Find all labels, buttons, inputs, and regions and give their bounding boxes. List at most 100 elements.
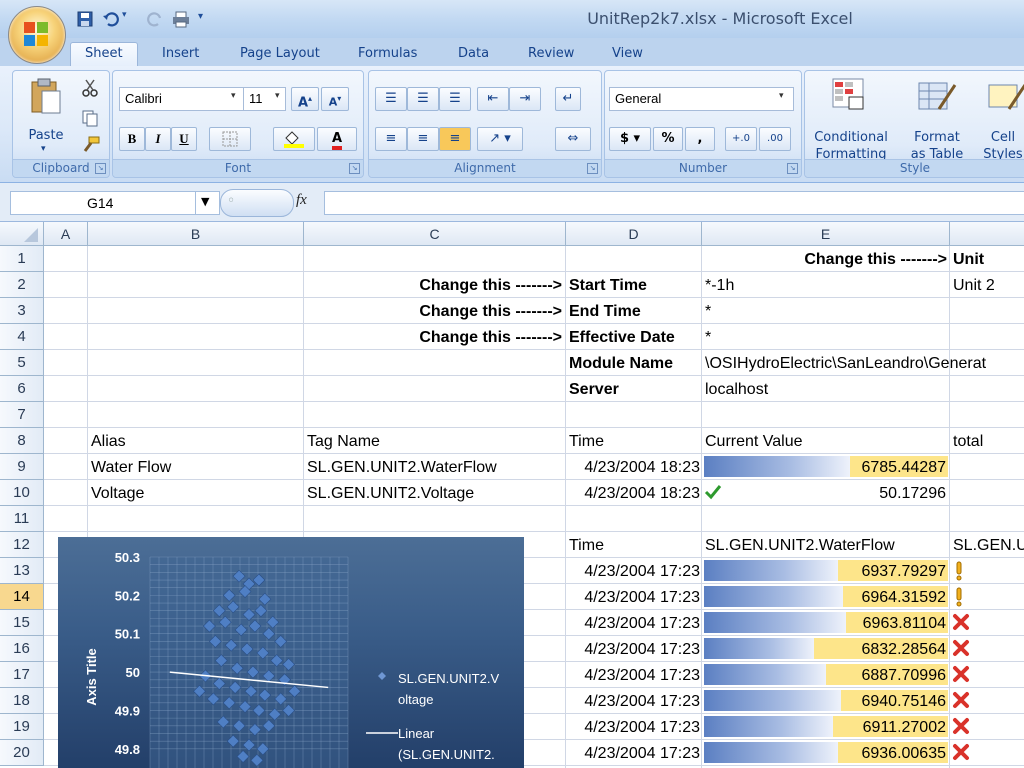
history-time-cell[interactable]: 4/23/2004 17:23 — [566, 558, 700, 584]
number-format-dropdown-icon[interactable]: ▾ — [779, 91, 784, 101]
percent-button[interactable]: % — [653, 127, 683, 151]
tag-name-cell[interactable]: SL.GEN.UNIT2.WaterFlow — [307, 454, 563, 480]
insert-function-icon[interactable]: fx — [296, 192, 307, 209]
row-header-9[interactable]: 9 — [0, 454, 44, 480]
tab-view[interactable]: View — [612, 43, 643, 68]
effective-date-value[interactable]: * — [705, 324, 947, 350]
clipboard-launcher-icon[interactable]: ↘ — [95, 163, 106, 174]
save-icon[interactable] — [76, 10, 94, 28]
history-time-cell[interactable]: 4/23/2004 17:23 — [566, 662, 700, 688]
row-header-17[interactable]: 17 — [0, 662, 44, 688]
borders-button[interactable] — [209, 127, 251, 151]
current-value-cell[interactable]: 6785.44287 — [702, 454, 950, 479]
alias-cell[interactable]: Water Flow — [91, 454, 301, 480]
cancel-entry-icon[interactable]: ◦ — [227, 193, 235, 209]
history-value-cell[interactable]: 6887.70996 — [702, 662, 950, 687]
tab-review[interactable]: Review — [528, 43, 574, 68]
row-header-5[interactable]: 5 — [0, 350, 44, 376]
tab-page-layout[interactable]: Page Layout — [240, 43, 320, 68]
row-header-20[interactable]: 20 — [0, 740, 44, 766]
row-header-7[interactable]: 7 — [0, 402, 44, 428]
cut-icon[interactable] — [81, 79, 99, 97]
decrease-indent-button[interactable]: ⇤ — [477, 87, 509, 111]
history-time-cell[interactable]: 4/23/2004 17:23 — [566, 688, 700, 714]
row-header-18[interactable]: 18 — [0, 688, 44, 714]
number-format-combo[interactable]: General — [609, 87, 794, 111]
align-top-button[interactable]: ☰ — [375, 87, 407, 111]
conditional-formatting-label-1[interactable]: Conditional — [809, 129, 893, 146]
number-launcher-icon[interactable]: ↘ — [787, 163, 798, 174]
row-header-8[interactable]: 8 — [0, 428, 44, 454]
align-right-button[interactable]: ≡ — [439, 127, 471, 151]
paste-icon[interactable] — [29, 77, 63, 115]
row-header-11[interactable]: 11 — [0, 506, 44, 532]
row-header-16[interactable]: 16 — [0, 636, 44, 662]
scatter-chart[interactable]: 50.3 50.2 50.1 50 49.9 49.8 Axis Title SL.GEN.U… — [58, 537, 524, 768]
column-header-d[interactable]: D — [566, 222, 702, 246]
decrease-decimal-button[interactable]: .00 — [759, 127, 791, 151]
tab-formulas[interactable]: Formulas — [358, 43, 417, 68]
history-time-cell[interactable]: 4/23/2004 17:23 — [566, 740, 700, 766]
history-value-cell[interactable]: 6911.27002 — [702, 714, 950, 739]
row-header-15[interactable]: 15 — [0, 610, 44, 636]
name-box[interactable]: G14 ▼ — [10, 191, 220, 215]
format-as-table-label-1[interactable]: Format — [903, 129, 971, 146]
time-cell[interactable]: 4/23/2004 18:23 — [566, 454, 700, 480]
bold-button[interactable]: B — [119, 127, 145, 151]
increase-indent-button[interactable]: ⇥ — [509, 87, 541, 111]
column-header-a[interactable]: A — [44, 222, 88, 246]
customize-toolbar-icon[interactable]: ▾ — [198, 11, 203, 22]
module-name-value[interactable]: \OSIHydroElectric\SanLeandro\Generat — [705, 350, 1024, 376]
column-header-b[interactable]: B — [88, 222, 304, 246]
row-header-14[interactable]: 14 — [0, 584, 44, 610]
history-time-cell[interactable]: 4/23/2004 17:23 — [566, 714, 700, 740]
grow-font-button[interactable]: A▴ — [291, 87, 319, 111]
history-time-cell[interactable]: 4/23/2004 17:23 — [566, 584, 700, 610]
comma-button[interactable]: , — [685, 127, 715, 151]
align-center-button[interactable]: ≡ — [407, 127, 439, 151]
time-cell[interactable]: 4/23/2004 18:23 — [566, 480, 700, 506]
row-header-12[interactable]: 12 — [0, 532, 44, 558]
increase-decimal-button[interactable]: +.0 — [725, 127, 757, 151]
column-header-e[interactable]: E — [702, 222, 950, 246]
history-time-cell[interactable]: 4/23/2004 17:23 — [566, 636, 700, 662]
history-value-cell[interactable]: 6936.00635 — [702, 740, 950, 765]
tab-insert[interactable]: Insert — [162, 43, 199, 68]
underline-button[interactable]: U — [171, 127, 197, 151]
tag-name-cell[interactable]: SL.GEN.UNIT2.Voltage — [307, 480, 563, 506]
font-launcher-icon[interactable]: ↘ — [349, 163, 360, 174]
server-value[interactable]: localhost — [705, 376, 947, 402]
end-time-value[interactable]: * — [705, 298, 947, 324]
align-bottom-button[interactable]: ☰ — [439, 87, 471, 111]
currency-button[interactable]: $ ▾ — [609, 127, 651, 151]
cell-styles-label-1[interactable]: Cell — [977, 129, 1024, 146]
paste-dropdown-icon[interactable]: ▾ — [41, 144, 46, 154]
history-time-cell[interactable]: 4/23/2004 17:23 — [566, 610, 700, 636]
office-button[interactable] — [8, 6, 66, 64]
column-header-f[interactable] — [950, 222, 1024, 246]
row-header-4[interactable]: 4 — [0, 324, 44, 350]
align-middle-button[interactable]: ☰ — [407, 87, 439, 111]
alias-cell[interactable]: Voltage — [91, 480, 301, 506]
current-value-cell[interactable]: 50.17296 — [702, 480, 950, 505]
merge-center-button[interactable]: ⇔ — [555, 127, 591, 151]
format-as-table-icon[interactable] — [917, 79, 957, 113]
row-header-13[interactable]: 13 — [0, 558, 44, 584]
name-box-dropdown-icon[interactable]: ▼ — [201, 195, 209, 208]
print-icon[interactable] — [172, 10, 190, 28]
font-size-dropdown-icon[interactable]: ▾ — [275, 91, 280, 101]
tab-data[interactable]: Data — [458, 43, 489, 68]
row-header-2[interactable]: 2 — [0, 272, 44, 298]
history-value-cell[interactable]: 6832.28564 — [702, 636, 950, 661]
align-left-button[interactable]: ≡ — [375, 127, 407, 151]
fill-color-button[interactable] — [273, 127, 315, 151]
orientation-button[interactable]: ↗ ▾ — [477, 127, 523, 151]
tab-sheet[interactable]: Sheet — [70, 42, 138, 68]
unit-value[interactable]: Unit 2 — [953, 272, 1024, 298]
font-color-button[interactable]: A — [317, 127, 357, 151]
history-value-cell[interactable]: 6940.75146 — [702, 688, 950, 713]
copy-icon[interactable] — [81, 109, 99, 127]
format-painter-icon[interactable] — [81, 135, 101, 153]
cell-styles-icon[interactable] — [987, 79, 1024, 113]
italic-button[interactable]: I — [145, 127, 171, 151]
